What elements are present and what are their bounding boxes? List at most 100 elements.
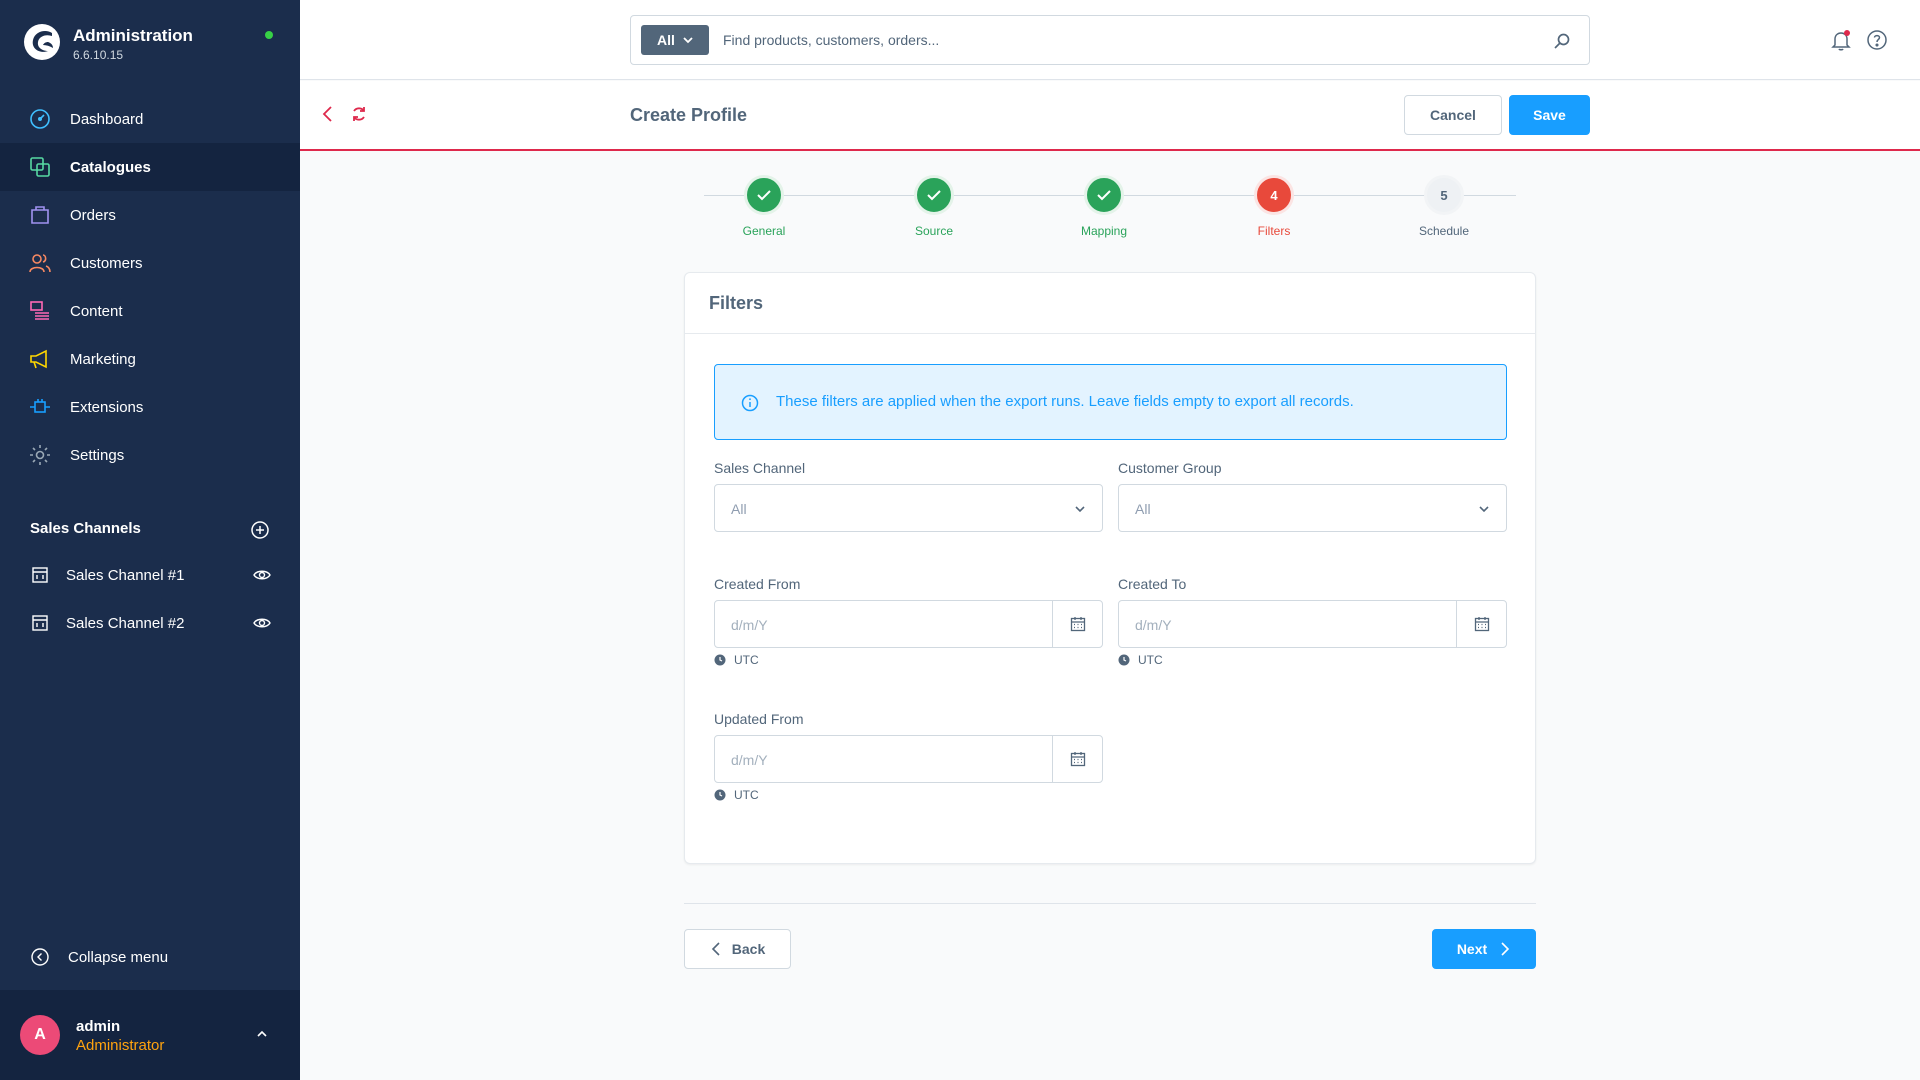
save-button[interactable]: Save xyxy=(1509,95,1590,135)
next-button-label: Next xyxy=(1456,941,1488,957)
shopware-logo-icon xyxy=(24,24,60,60)
created-from-input[interactable] xyxy=(731,615,1031,635)
next-button[interactable]: Next xyxy=(1432,929,1536,969)
step-label: General xyxy=(742,224,786,238)
nav-item-customers[interactable]: Customers xyxy=(0,239,300,287)
nav-item-catalogues[interactable]: Catalogues xyxy=(0,143,300,191)
sales-channel-label: Sales Channel xyxy=(714,460,806,476)
customer-group-label: Customer Group xyxy=(1118,460,1222,476)
sidebar: Administration 6.6.10.15 Dashboard Catal… xyxy=(0,0,300,1080)
customer-group-select[interactable]: All xyxy=(1118,484,1507,532)
top-bar: All xyxy=(300,0,1920,80)
brand[interactable]: Administration 6.6.10.15 xyxy=(22,22,282,66)
calendar-button[interactable] xyxy=(1052,601,1102,647)
wizard-stepper: General Source Mapping 4 Filters 5 Sched… xyxy=(704,175,1516,245)
storefront-icon xyxy=(30,565,50,585)
chevron-down-icon xyxy=(1075,506,1085,513)
step-schedule[interactable]: 5 Schedule xyxy=(1384,175,1504,245)
sales-channels-heading: Sales Channels xyxy=(30,520,141,537)
avatar: A xyxy=(20,1015,60,1055)
user-menu[interactable]: A admin Administrator xyxy=(0,990,300,1080)
calendar-button[interactable] xyxy=(1456,601,1506,647)
content-icon xyxy=(28,299,52,323)
sales-channel-item[interactable]: Sales Channel #1 xyxy=(30,560,275,590)
calendar-icon xyxy=(1474,617,1489,632)
step-filters[interactable]: 4 Filters xyxy=(1214,175,1334,245)
clock-icon xyxy=(714,654,726,666)
step-mapping[interactable]: Mapping xyxy=(1044,175,1164,245)
search-type-label: All xyxy=(657,32,675,48)
clock-icon xyxy=(714,789,726,801)
nav-item-label: Catalogues xyxy=(70,158,151,176)
nav-item-orders[interactable]: Orders xyxy=(0,191,300,239)
nav-item-extensions[interactable]: Extensions xyxy=(0,383,300,431)
chevron-down-icon xyxy=(1479,506,1489,513)
nav-item-label: Customers xyxy=(70,254,143,272)
page-title: Create Profile xyxy=(630,105,748,125)
nav-item-label: Marketing xyxy=(70,350,136,368)
step-source[interactable]: Source xyxy=(874,175,994,245)
updated-from-input[interactable] xyxy=(731,750,1031,770)
timezone-hint: UTC xyxy=(714,788,759,802)
chevron-left-icon xyxy=(711,942,720,956)
created-from-field xyxy=(714,600,1103,648)
timezone-hint: UTC xyxy=(714,653,759,667)
smart-bar: Create Profile Cancel Save xyxy=(300,81,1920,151)
search-input[interactable] xyxy=(723,26,1543,54)
step-number: 4 xyxy=(1254,175,1294,215)
nav-item-content[interactable]: Content xyxy=(0,287,300,335)
help-icon[interactable] xyxy=(1866,29,1888,51)
collapse-menu-button[interactable]: Collapse menu xyxy=(30,945,168,969)
info-alert: These filters are applied when the expor… xyxy=(714,364,1507,440)
timezone-label: UTC xyxy=(1138,653,1163,667)
sales-channel-item[interactable]: Sales Channel #2 xyxy=(30,608,275,638)
nav-item-label: Extensions xyxy=(70,398,144,416)
refresh-icon[interactable] xyxy=(350,105,368,123)
global-search: All xyxy=(630,15,1590,65)
calendar-icon xyxy=(1070,617,1085,632)
created-to-input[interactable] xyxy=(1135,615,1435,635)
filters-card: Filters These filters are applied when t… xyxy=(684,272,1536,864)
updated-from-field xyxy=(714,735,1103,783)
add-sales-channel-icon[interactable] xyxy=(250,520,270,540)
step-number: 5 xyxy=(1424,175,1464,215)
footer-divider xyxy=(684,903,1536,904)
notification-bell-icon[interactable] xyxy=(1830,29,1852,51)
info-alert-text: These filters are applied when the expor… xyxy=(776,393,1354,410)
nav-item-dashboard[interactable]: Dashboard xyxy=(0,95,300,143)
step-circle xyxy=(1084,175,1124,215)
cancel-button[interactable]: Cancel xyxy=(1404,95,1502,135)
calendar-button[interactable] xyxy=(1052,736,1102,782)
clock-icon xyxy=(1118,654,1130,666)
card-title: Filters xyxy=(709,293,764,313)
eye-icon[interactable] xyxy=(253,615,271,631)
info-icon xyxy=(741,394,759,412)
back-arrow-icon[interactable] xyxy=(320,105,336,123)
back-button-label: Back xyxy=(731,941,766,957)
nav-item-label: Settings xyxy=(70,446,125,464)
customer-group-value: All xyxy=(1135,501,1151,517)
search-type-select[interactable]: All xyxy=(641,25,709,55)
main-nav: Dashboard Catalogues Orders Customers Co… xyxy=(0,95,300,479)
collapse-menu-label: Collapse menu xyxy=(68,948,169,966)
created-from-label: Created From xyxy=(714,576,801,592)
nav-item-settings[interactable]: Settings xyxy=(0,431,300,479)
back-button[interactable]: Back xyxy=(684,929,791,969)
nav-item-marketing[interactable]: Marketing xyxy=(0,335,300,383)
sales-channel-select[interactable]: All xyxy=(714,484,1103,532)
timezone-label: UTC xyxy=(734,653,759,667)
updated-from-label: Updated From xyxy=(714,711,804,727)
step-general[interactable]: General xyxy=(704,175,824,245)
eye-icon[interactable] xyxy=(253,567,271,583)
brand-version: 6.6.10.15 xyxy=(73,48,124,62)
collapse-icon xyxy=(31,948,49,966)
created-to-field xyxy=(1118,600,1507,648)
step-circle xyxy=(744,175,784,215)
chevron-right-icon xyxy=(1501,942,1510,956)
search-icon[interactable] xyxy=(1553,32,1571,50)
dashboard-icon xyxy=(28,107,52,131)
step-circle xyxy=(914,175,954,215)
orders-icon xyxy=(28,203,52,227)
check-icon xyxy=(1097,190,1111,201)
sales-channel-value: All xyxy=(731,501,747,517)
